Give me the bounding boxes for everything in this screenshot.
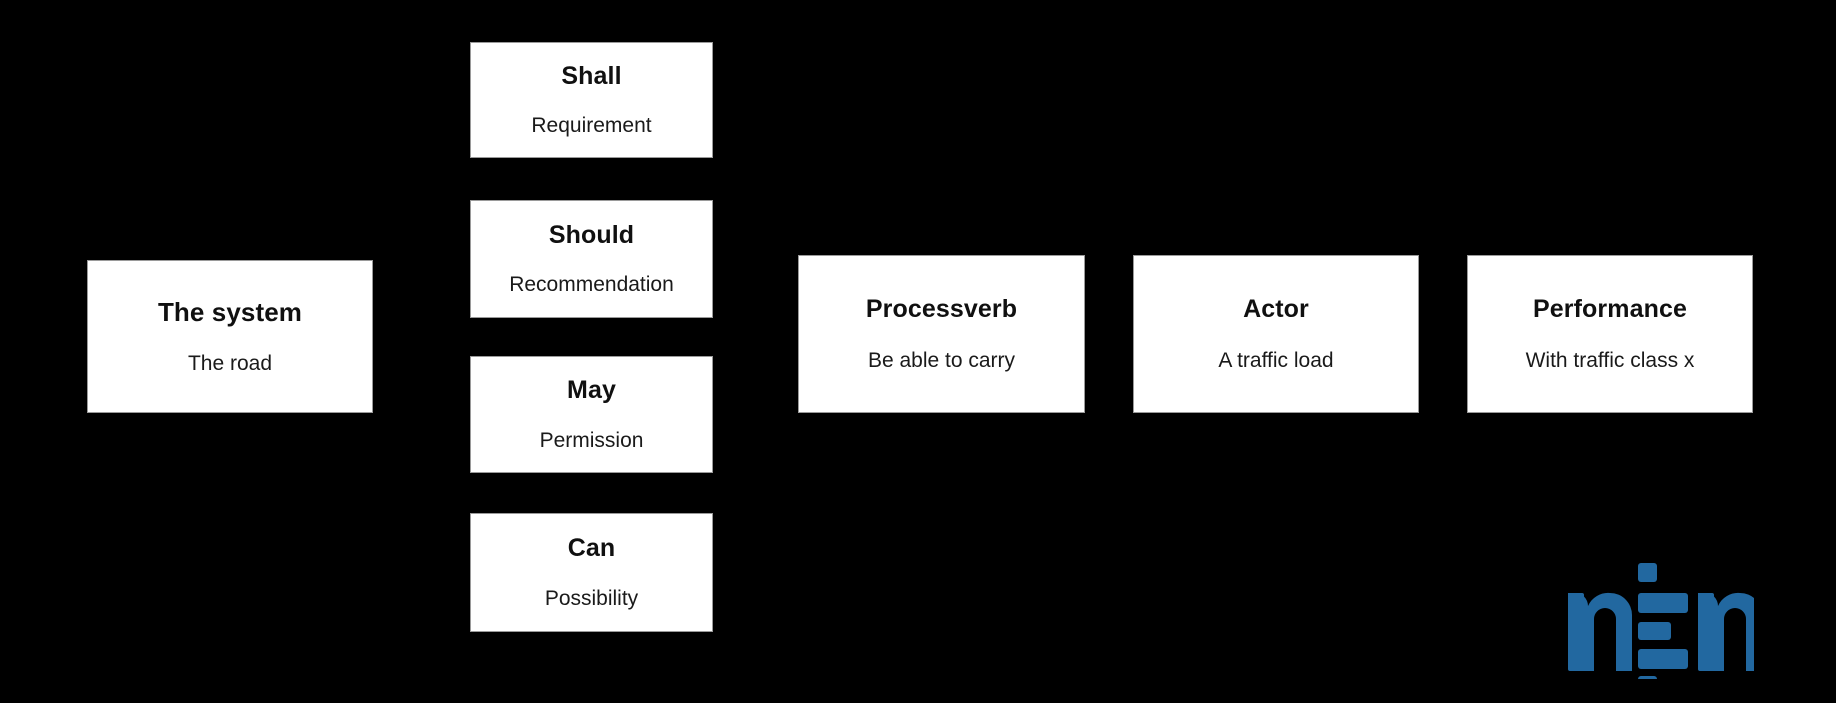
card-performance: Performance With traffic class x <box>1467 255 1753 413</box>
card-modal-may-subtitle: Permission <box>539 428 644 452</box>
card-performance-subtitle: With traffic class x <box>1525 349 1695 373</box>
card-subject-subtitle: The road <box>187 352 273 376</box>
card-modal-shall-title: Shall <box>561 61 622 90</box>
card-modal-can-title: Can <box>567 534 616 563</box>
card-performance-title: Performance <box>1533 294 1687 323</box>
card-modal-shall: Shall Requirement <box>470 42 713 158</box>
diagram-canvas: The system The road Shall Requirement Sh… <box>0 0 1836 703</box>
card-processverb: Processverb Be able to carry <box>798 255 1085 413</box>
card-processverb-title: Processverb <box>865 294 1018 323</box>
nen-logo <box>1568 563 1754 679</box>
card-modal-may-title: May <box>567 376 616 405</box>
card-modal-shall-subtitle: Requirement <box>531 114 652 138</box>
card-processverb-subtitle: Be able to carry <box>867 349 1016 373</box>
card-modal-should: Should Recommendation <box>470 200 713 318</box>
card-modal-should-subtitle: Recommendation <box>509 273 674 297</box>
card-modal-may: May Permission <box>470 356 713 473</box>
card-modal-should-title: Should <box>548 220 635 249</box>
card-actor-subtitle: A traffic load <box>1218 349 1334 373</box>
card-actor-title: Actor <box>1243 294 1309 323</box>
card-subject: The system The road <box>87 260 373 413</box>
card-modal-can-subtitle: Possibility <box>544 586 639 610</box>
card-subject-title: The system <box>157 296 303 327</box>
card-actor: Actor A traffic load <box>1133 255 1419 413</box>
card-modal-can: Can Possibility <box>470 513 713 632</box>
